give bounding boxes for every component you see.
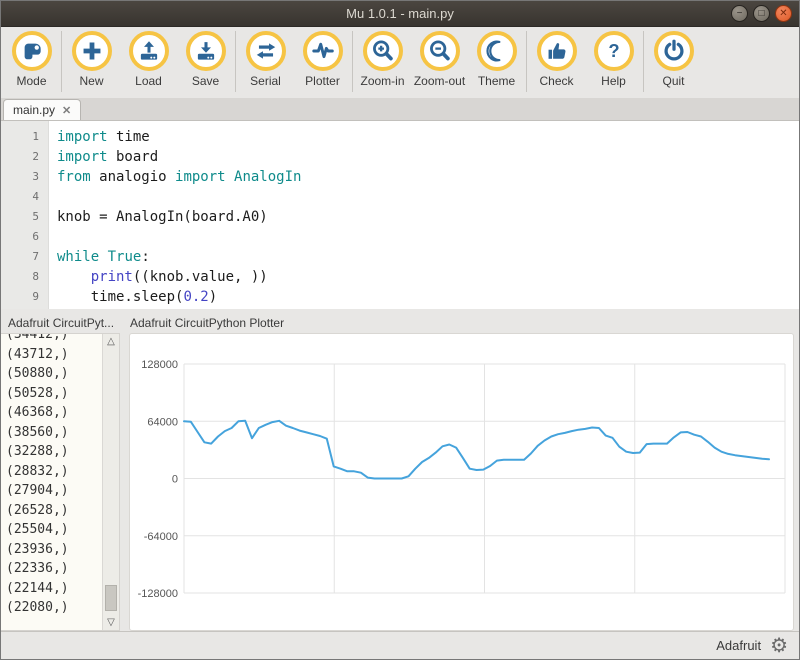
serial-panel-title: Adafruit CircuitPyt...: [1, 316, 120, 330]
toolbar-label: Help: [601, 74, 626, 88]
plotter-chart: 128000 64000 0 -64000 -128000: [130, 334, 794, 630]
window-controls: − □ ✕: [731, 5, 792, 22]
bottom-panels: (34412,)(43712,)(50880,)(50528,)(46368,)…: [1, 333, 799, 631]
toolbar-label: Theme: [478, 74, 515, 88]
load-button[interactable]: Load: [120, 31, 177, 88]
panel-headers: Adafruit CircuitPyt... Adafruit CircuitP…: [1, 313, 799, 333]
toolbar-label: Save: [192, 74, 219, 88]
new-file-icon: [72, 31, 112, 71]
thumbs-up-icon: [537, 31, 577, 71]
scroll-down-icon[interactable]: ▽: [103, 617, 119, 628]
code-line: [57, 227, 799, 247]
zoom-out-icon: [420, 31, 460, 71]
panel-gap: [120, 333, 129, 631]
save-button[interactable]: Save: [177, 31, 234, 88]
new-button[interactable]: New: [63, 31, 120, 88]
check-button[interactable]: Check: [528, 31, 585, 88]
code-line: while True:: [57, 247, 799, 267]
plotter-button[interactable]: Plotter: [294, 31, 351, 88]
code-line: time.sleep(0.2): [57, 287, 799, 307]
mode-indicator-label: Adafruit: [716, 638, 761, 653]
line-number: 8: [1, 267, 39, 287]
line-number: 2: [1, 147, 39, 167]
pulse-icon: [303, 31, 343, 71]
status-bar: Adafruit ⚙: [1, 631, 799, 659]
plotter-panel: 128000 64000 0 -64000 -128000: [129, 333, 794, 631]
quit-button[interactable]: Quit: [645, 31, 702, 88]
mu-editor-window: Mu 1.0.1 - main.py − □ ✕ Mode New Load S…: [0, 0, 800, 660]
code-line: import time: [57, 127, 799, 147]
toolbar-separator: [526, 31, 527, 92]
toolbar-label: Quit: [662, 74, 684, 88]
toolbar-separator: [61, 31, 62, 92]
titlebar: Mu 1.0.1 - main.py − □ ✕: [1, 1, 799, 27]
scrollbar-thumb[interactable]: [105, 585, 117, 611]
line-number: 3: [1, 167, 39, 187]
download-icon: [186, 31, 226, 71]
upload-icon: [129, 31, 169, 71]
help-button[interactable]: ? Help: [585, 31, 642, 88]
tab-bar: main.py ✕: [1, 98, 799, 121]
line-number-gutter: 123456789: [1, 121, 49, 309]
plot-line: [184, 421, 769, 479]
tab-main-py[interactable]: main.py ✕: [3, 99, 81, 120]
theme-button[interactable]: Theme: [468, 31, 525, 88]
toolbar-label: Serial: [250, 74, 281, 88]
minimize-button[interactable]: −: [731, 5, 748, 22]
serial-button[interactable]: Serial: [237, 31, 294, 88]
toolbar-label: Plotter: [305, 74, 340, 88]
code-area[interactable]: import timeimport boardfrom analogio imp…: [49, 121, 799, 309]
close-button[interactable]: ✕: [775, 5, 792, 22]
toolbar-separator: [643, 31, 644, 92]
toolbar-label: Load: [135, 74, 162, 88]
toolbar: Mode New Load Save Serial Plotter Zoom-i…: [1, 27, 799, 98]
code-line: print((knob.value, )): [57, 267, 799, 287]
y-axis-tick-label: -128000: [138, 588, 178, 600]
question-mark-icon: ?: [594, 31, 634, 71]
serial-output-panel[interactable]: (34412,)(43712,)(50880,)(50528,)(46368,)…: [1, 333, 120, 631]
tab-close-icon[interactable]: ✕: [62, 104, 71, 117]
toolbar-label: New: [79, 74, 103, 88]
zoom-in-button[interactable]: Zoom-in: [354, 31, 411, 88]
tab-label: main.py: [13, 103, 55, 117]
line-number: 7: [1, 247, 39, 267]
maximize-button[interactable]: □: [753, 5, 770, 22]
line-number: 4: [1, 187, 39, 207]
scroll-up-icon[interactable]: △: [103, 336, 119, 347]
gear-icon[interactable]: ⚙: [770, 636, 788, 656]
code-line: from analogio import AnalogIn: [57, 167, 799, 187]
code-line: [57, 187, 799, 207]
code-line: knob = AnalogIn(board.A0): [57, 207, 799, 227]
svg-text:?: ?: [608, 40, 619, 61]
toolbar-label: Mode: [16, 74, 46, 88]
y-axis-tick-label: 0: [172, 474, 178, 486]
code-editor: 123456789 import timeimport boardfrom an…: [1, 121, 799, 309]
serial-arrows-icon: [246, 31, 286, 71]
line-number: 6: [1, 227, 39, 247]
toolbar-label: Check: [539, 74, 573, 88]
y-axis-tick-label: 64000: [147, 416, 178, 428]
line-number: 1: [1, 127, 39, 147]
y-axis-tick-label: 128000: [141, 359, 178, 371]
serial-scrollbar[interactable]: △ ▽: [102, 334, 119, 630]
mode-button[interactable]: Mode: [3, 31, 60, 88]
code-line: import board: [57, 147, 799, 167]
line-number: 9: [1, 287, 39, 307]
plotter-panel-title: Adafruit CircuitPython Plotter: [130, 316, 284, 330]
y-axis-tick-label: -64000: [144, 531, 178, 543]
line-number: 5: [1, 207, 39, 227]
mode-icon: [12, 31, 52, 71]
toolbar-label: Zoom-out: [414, 74, 465, 88]
toolbar-label: Zoom-in: [360, 74, 404, 88]
zoom-in-icon: [363, 31, 403, 71]
moon-icon: [477, 31, 517, 71]
power-icon: [654, 31, 694, 71]
toolbar-separator: [235, 31, 236, 92]
toolbar-separator: [352, 31, 353, 92]
zoom-out-button[interactable]: Zoom-out: [411, 31, 468, 88]
window-title: Mu 1.0.1 - main.py: [346, 6, 454, 21]
